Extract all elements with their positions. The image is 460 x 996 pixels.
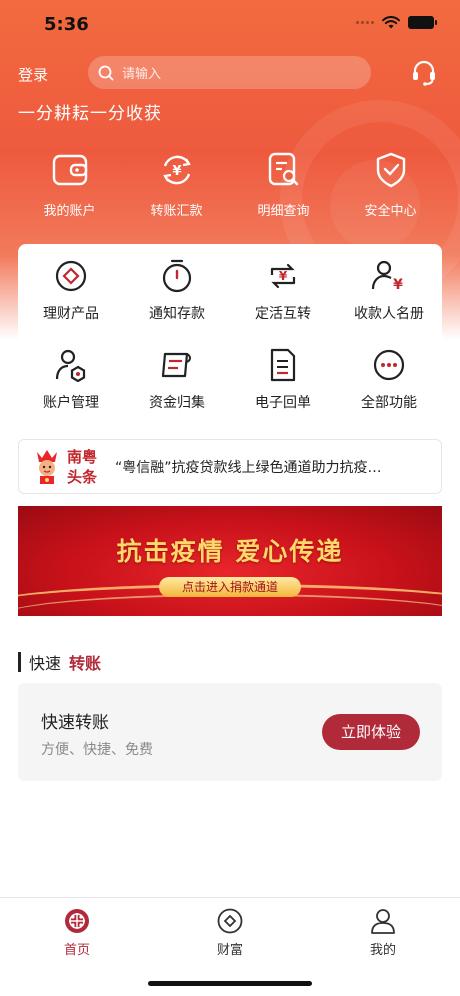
tab-label: 首页 xyxy=(63,943,90,958)
function-fund-collection[interactable]: 资金归集 xyxy=(124,347,230,412)
wealth-icon xyxy=(217,908,243,934)
login-link[interactable]: 登录 xyxy=(18,64,48,85)
home-indicator xyxy=(148,981,312,986)
function-label: 通知存款 xyxy=(149,306,205,322)
function-label: 全部功能 xyxy=(361,395,417,411)
stopwatch-icon xyxy=(162,259,192,293)
quick-transfer-card[interactable]: 快速转账 方便、快捷、免费 立即体验 xyxy=(18,683,442,781)
tab-label: 我的 xyxy=(369,943,396,958)
section-title-b: 转账 xyxy=(69,654,102,673)
section-title-a: 快速 xyxy=(29,654,62,673)
battery-icon xyxy=(408,16,437,29)
svg-text:¥: ¥ xyxy=(393,277,403,293)
function-grid: 理财产品 通知存款 ¥ 定活互转 ¥ 收款人名册 账户管理 资金归集 电子回单 … xyxy=(18,244,442,424)
shield-check-icon xyxy=(376,152,405,188)
function-fixed-current-transfer[interactable]: ¥ 定活互转 xyxy=(230,258,336,323)
quick-action-label: 安全中心 xyxy=(364,204,417,219)
payee-icon: ¥ xyxy=(371,260,403,293)
search-input[interactable]: 请输入 xyxy=(122,63,161,82)
news-mascot-icon xyxy=(37,450,57,484)
quick-action-label: 我的账户 xyxy=(43,204,96,219)
search-icon xyxy=(98,65,114,80)
wallet-icon xyxy=(52,154,87,186)
section-bar xyxy=(18,652,21,672)
yuan-transfer-icon: ¥ xyxy=(162,155,191,185)
tab-home[interactable]: 首页 xyxy=(27,907,127,958)
function-payee-list[interactable]: ¥ 收款人名册 xyxy=(336,258,442,323)
search-bar[interactable]: 请输入 xyxy=(88,56,371,89)
svg-text:¥: ¥ xyxy=(172,164,181,179)
function-wealth-products[interactable]: 理财产品 xyxy=(18,258,124,323)
transfer-card-title: 快速转账 xyxy=(41,713,109,733)
home-icon xyxy=(65,909,89,933)
quick-action-transfer[interactable]: ¥ 转账汇款 xyxy=(119,150,234,219)
news-headline[interactable]: “粤信融”抗疫贷款线上绿色通道助力抗疫… xyxy=(115,457,435,477)
function-label: 理财产品 xyxy=(43,306,99,322)
news-brand-line1: 南粤 xyxy=(67,448,98,466)
document-search-icon xyxy=(268,152,298,186)
function-label: 电子回单 xyxy=(255,395,311,411)
tab-wealth[interactable]: 财富 xyxy=(180,907,280,958)
user-icon xyxy=(371,909,395,934)
banner-donate-button[interactable]: 点击进入捐款通道 xyxy=(159,577,301,597)
status-bar: 5:36 xyxy=(0,0,460,50)
promo-banner[interactable]: 抗击疫情 爱心传递 点击进入捐款通道 xyxy=(18,506,442,616)
news-brand: 南粤 头条 xyxy=(67,447,97,487)
diamond-coin-icon xyxy=(55,260,87,292)
function-e-receipt[interactable]: 电子回单 xyxy=(230,347,336,412)
transfer-card-subtitle: 方便、快捷、免费 xyxy=(41,742,153,758)
banner-title: 抗击疫情 爱心传递 xyxy=(116,537,344,566)
function-label: 账户管理 xyxy=(43,395,99,411)
function-account-management[interactable]: 账户管理 xyxy=(18,347,124,412)
slogan: 一分耕耘一分收获 xyxy=(18,104,162,124)
more-icon xyxy=(373,349,405,381)
function-all-functions[interactable]: 全部功能 xyxy=(336,347,442,412)
function-label: 定活互转 xyxy=(255,306,311,322)
wifi-icon xyxy=(382,16,400,29)
section-title: 快速 转账 xyxy=(18,650,101,674)
news-ticker[interactable]: 南粤 头条 “粤信融”抗疫贷款线上绿色通道助力抗疫… xyxy=(18,439,442,494)
receipt-icon xyxy=(270,348,296,382)
quick-action-label: 明细查询 xyxy=(257,204,310,219)
quick-action-security[interactable]: 安全中心 xyxy=(333,150,448,219)
svg-text:¥: ¥ xyxy=(279,269,288,283)
headset-icon[interactable] xyxy=(410,58,438,88)
tab-label: 财富 xyxy=(216,943,243,958)
quick-actions: 我的账户 ¥ 转账汇款 明细查询 安全中心 xyxy=(0,150,460,230)
user-settings-icon xyxy=(55,349,86,382)
signal-icon xyxy=(356,21,374,24)
news-brand-line2: 头条 xyxy=(67,468,98,486)
function-notice-deposit[interactable]: 通知存款 xyxy=(124,258,230,323)
function-label: 收款人名册 xyxy=(354,306,424,322)
quick-action-my-account[interactable]: 我的账户 xyxy=(12,150,127,219)
quick-action-details[interactable]: 明细查询 xyxy=(226,150,341,219)
function-label: 资金归集 xyxy=(149,395,205,411)
try-now-button[interactable]: 立即体验 xyxy=(322,714,420,750)
yuan-exchange-icon: ¥ xyxy=(270,263,296,289)
quick-action-label: 转账汇款 xyxy=(150,204,203,219)
status-icons xyxy=(356,16,437,29)
tab-mine[interactable]: 我的 xyxy=(333,907,433,958)
fund-collect-icon xyxy=(161,352,191,378)
status-time: 5:36 xyxy=(44,14,89,35)
